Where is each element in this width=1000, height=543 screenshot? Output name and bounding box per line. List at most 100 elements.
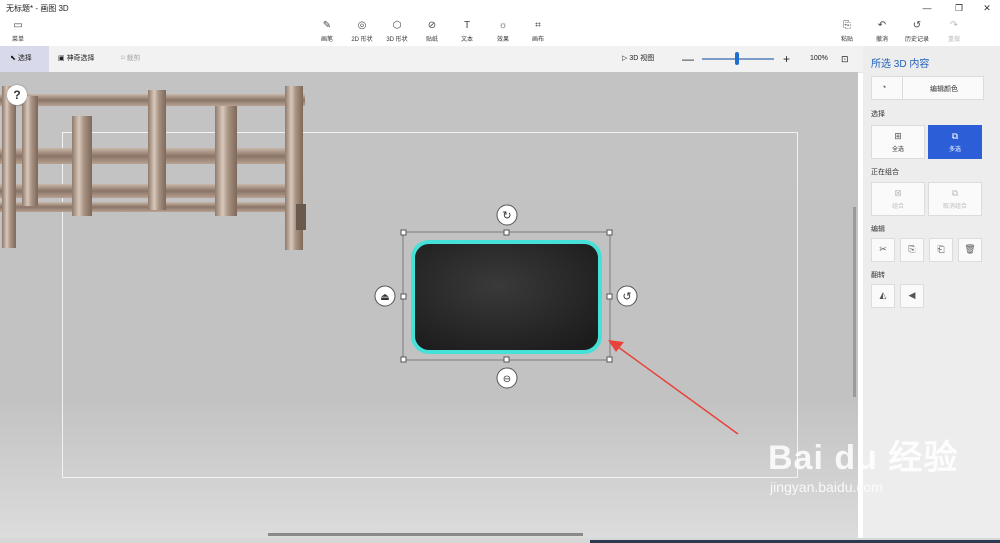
rotate-y-handle: ↺ — [616, 285, 638, 307]
tool-label: 画笔 — [320, 37, 333, 43]
delete-icon: 🗑 — [964, 244, 976, 254]
history-icon: ↺ — [912, 20, 922, 31]
help-button[interactable]: ? — [7, 85, 27, 105]
svg-text:⊖: ⊖ — [503, 374, 511, 385]
zoom-in-button[interactable]: + — [783, 46, 793, 72]
brush-icon: ✎ — [322, 20, 332, 31]
3d-shapes-icon: ⬡ — [392, 20, 402, 31]
copy-icon: ⎘ — [908, 244, 916, 254]
tool-label: 贴纸 — [425, 37, 438, 43]
tool-2d-shapes[interactable]: ◎ 2D 形状 — [345, 20, 379, 46]
tool-brushes[interactable]: ✎ 画笔 — [310, 20, 344, 46]
undo-label: 撤消 — [875, 37, 888, 43]
effects-icon: ☼ — [498, 20, 508, 31]
ungroup-button[interactable]: ⧉ 取消组合 — [928, 182, 982, 216]
select-tool-button[interactable]: ⬉ 选择 — [0, 46, 49, 72]
maximize-button[interactable]: ❐ — [944, 1, 974, 15]
flip-horizontal-icon: ◭ — [879, 290, 887, 300]
divider — [902, 77, 903, 99]
cut-icon: ✂ — [879, 244, 887, 254]
3d-view-label: 3D 视图 — [629, 55, 655, 62]
rounded-rectangle-3d-shape — [411, 240, 602, 354]
redo-button[interactable]: ↷ 重做 — [937, 20, 971, 46]
multi-select-label: 多选 — [948, 147, 961, 153]
select-all-label: 全选 — [891, 147, 904, 153]
canvas-area[interactable]: ? ↻ ⏏ ↺ ⊖ — [0, 72, 858, 538]
paste-icon: ⎗ — [937, 244, 945, 254]
close-button[interactable]: ✕ — [972, 1, 1000, 15]
window-title: 无标题* - 画图 3D — [6, 4, 69, 13]
edit-color-button[interactable]: ◔ 编辑颜色 — [871, 76, 984, 100]
flip-horizontal-button[interactable]: ◭ — [871, 284, 895, 308]
group-label: 组合 — [891, 204, 904, 210]
paste-label: 粘贴 — [840, 37, 853, 43]
tool-label: 文本 — [460, 37, 473, 43]
title-bar: 无标题* - 画图 3D — ❐ ✕ — [0, 0, 1000, 16]
watermark-brand: Bai du 经验 — [768, 439, 959, 477]
bench-3d-model[interactable] — [0, 86, 310, 256]
flip-vertical-icon: ◀ — [908, 290, 916, 300]
ungroup-icon: ⧉ — [951, 188, 959, 198]
delete-button[interactable]: 🗑 — [958, 238, 982, 262]
depth-handle: ⊖ — [496, 367, 518, 389]
tool-stickers[interactable]: ⊘ 贴纸 — [415, 20, 449, 46]
text-icon: T — [463, 20, 471, 31]
ribbon: ▭ 菜单 ✎ 画笔 ◎ 2D 形状 ⬡ 3D 形状 ⊘ 贴纸 T 文本 ☼ 效果… — [0, 16, 1000, 46]
svg-text:↻: ↻ — [502, 209, 511, 222]
select-all-icon: ⊞ — [894, 131, 902, 141]
history-label: 历史记录 — [904, 37, 929, 43]
zoom-out-button[interactable]: — — [682, 46, 694, 72]
magic-select-icon: ▣ — [58, 55, 67, 62]
tool-text[interactable]: T 文本 — [450, 20, 484, 46]
magic-select-label: 神奇选择 — [66, 55, 95, 62]
history-button[interactable]: ↺ 历史记录 — [900, 20, 934, 46]
svg-text:↺: ↺ — [622, 290, 631, 303]
grouping-section-label: 正在组合 — [871, 169, 899, 176]
select-label: 选择 — [17, 55, 32, 62]
rotate-z-handle: ↻ — [496, 204, 518, 226]
cursor-icon: ⬉ — [10, 55, 18, 62]
baidu-watermark: Bai du 经验 jingyan.baidu.com — [768, 430, 958, 495]
3d-view-toggle[interactable]: ▷ 3D 视图 — [622, 46, 672, 72]
annotation-arrow — [608, 340, 739, 435]
magic-select-button[interactable]: ▣ 神奇选择 — [58, 46, 113, 72]
paste-icon: ⎘ — [843, 20, 851, 31]
edit-section-label: 编辑 — [871, 226, 885, 233]
cut-button[interactable]: ✂ — [871, 238, 895, 262]
crop-button[interactable]: ⌑ 裁剪 — [121, 46, 161, 72]
select-all-button[interactable]: ⊞ 全选 — [871, 125, 925, 159]
multi-select-button[interactable]: ⧉ 多选 — [928, 125, 982, 159]
group-icon: ⊠ — [894, 188, 902, 198]
redo-icon: ↷ — [949, 20, 959, 31]
tool-effects[interactable]: ☼ 效果 — [486, 20, 520, 46]
horizontal-scrollbar[interactable] — [268, 533, 583, 536]
watermark-url: jingyan.baidu.com — [770, 479, 883, 495]
flip-vertical-button[interactable]: ◀ — [900, 284, 924, 308]
copy-button[interactable]: ⎘ — [900, 238, 924, 262]
menu-button[interactable]: ▭ 菜单 — [1, 20, 35, 46]
crop-label: 裁剪 — [126, 55, 141, 62]
minimize-button[interactable]: — — [912, 1, 942, 15]
undo-icon: ↶ — [877, 20, 887, 31]
panel-title: 所选 3D 内容 — [871, 59, 930, 70]
ungroup-label: 取消组合 — [942, 204, 967, 210]
canvas-icon: ⌗ — [535, 20, 541, 31]
edit-color-label: 编辑颜色 — [930, 86, 958, 93]
sticker-icon: ⊘ — [427, 20, 437, 31]
flip-section-label: 翻转 — [871, 272, 885, 279]
tool-label: 2D 形状 — [351, 37, 373, 43]
vertical-scrollbar[interactable] — [853, 207, 856, 397]
tool-canvas[interactable]: ⌗ 画布 — [521, 20, 555, 46]
redo-label: 重做 — [947, 37, 960, 43]
2d-shapes-icon: ◎ — [357, 20, 367, 31]
paste-button[interactable]: ⎘ 粘贴 — [830, 20, 864, 46]
rotate-x-handle: ⏏ — [374, 285, 396, 307]
undo-button[interactable]: ↶ 撤消 — [865, 20, 899, 46]
zoom-value: 100% — [810, 55, 828, 62]
svg-text:⏏: ⏏ — [380, 292, 389, 303]
tool-3d-shapes[interactable]: ⬡ 3D 形状 — [380, 20, 414, 46]
fit-to-window-icon[interactable]: ⊡ — [841, 46, 853, 72]
paste-button[interactable]: ⎗ — [929, 238, 953, 262]
zoom-slider-thumb[interactable] — [735, 52, 739, 65]
group-button[interactable]: ⊠ 组合 — [871, 182, 925, 216]
